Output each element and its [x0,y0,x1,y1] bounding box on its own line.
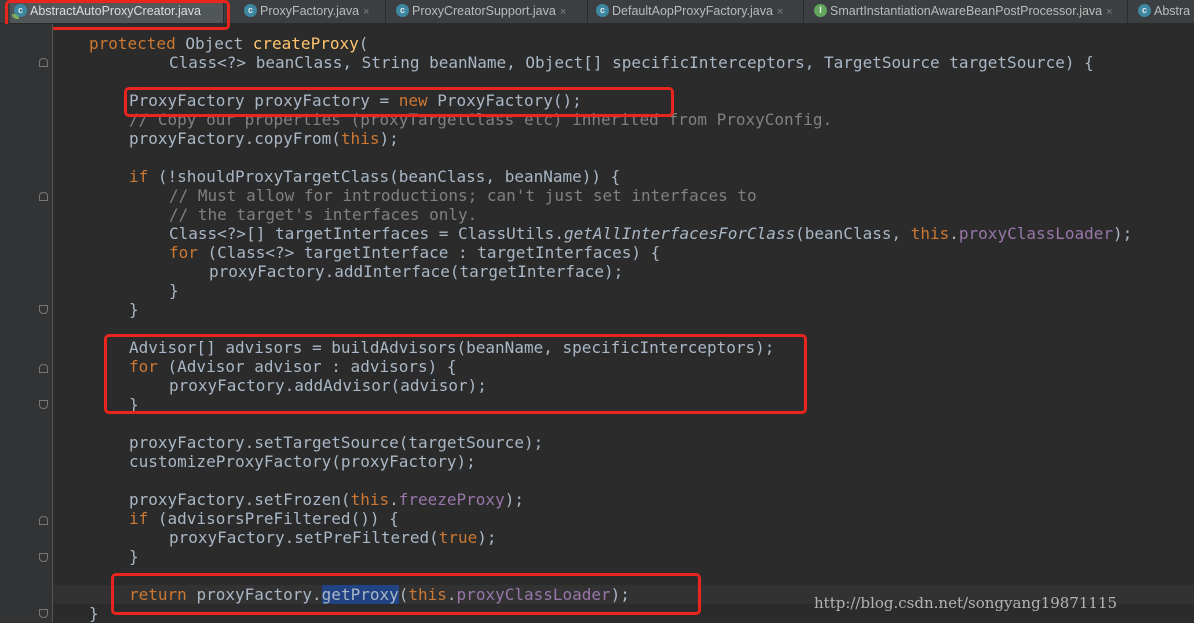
annotation-box-return [111,573,701,615]
code-comment: // Must allow for introductions; can't j… [169,186,757,205]
tab-default-aop-proxy-factory[interactable]: c DefaultAopProxyFactory.java × [592,0,804,23]
close-icon[interactable]: × [560,6,566,18]
editor-gutter [0,24,52,623]
fold-marker-icon[interactable] [39,553,48,562]
code-line: proxyFactory.addInterface(targetInterfac… [209,262,624,281]
code-comment: // the target's interfaces only. [169,205,478,224]
code-line: Class<?> beanClass, String beanName, Obj… [169,53,1094,72]
tab-abstra-truncated[interactable]: c Abstra [1134,0,1194,23]
code-line: Class<?>[] targetInterfaces = ClassUtils… [169,224,1133,243]
close-icon[interactable]: × [1106,6,1112,18]
tab-label: DefaultAopProxyFactory.java [612,4,773,18]
class-icon: c [244,4,257,17]
close-icon[interactable]: × [777,6,783,18]
class-icon: c [1138,4,1151,17]
fold-marker-icon[interactable] [39,609,48,618]
code-line: } [169,281,179,300]
code-line: } [89,604,99,623]
tab-proxy-factory[interactable]: c ProxyFactory.java × [240,0,386,23]
code-line: if (advisorsPreFiltered()) { [129,509,399,528]
class-icon: c [396,4,409,17]
watermark-text: http://blog.csdn.net/songyang19871115 [814,594,1118,612]
code-line: } [129,300,139,319]
code-line: proxyFactory.setTargetSource(targetSourc… [129,433,544,452]
interface-icon: I [814,4,827,17]
fold-marker-icon[interactable] [39,305,48,314]
code-line: customizeProxyFactory(proxyFactory); [129,452,476,471]
tab-label: ProxyCreatorSupport.java [412,4,556,18]
code-line: for (Class<?> targetInterface : targetIn… [169,243,661,262]
tab-smart-instantiation-aware-bean-post-processor[interactable]: I SmartInstantiationAwareBeanPostProcesso… [810,0,1128,23]
class-icon: c [596,4,609,17]
code-line: protected Object createProxy( [89,34,369,53]
annotation-box-proxy-factory [124,87,674,117]
tab-label: ProxyFactory.java [260,4,360,18]
fold-marker-icon[interactable] [39,400,48,409]
fold-marker-icon[interactable] [39,192,48,201]
fold-marker-icon[interactable] [39,364,48,373]
code-line: } [129,547,139,566]
code-line: if (!shouldProxyTargetClass(beanClass, b… [129,167,621,186]
annotation-box-advisors [104,334,807,414]
fold-marker-icon[interactable] [39,58,48,67]
tab-label: SmartInstantiationAwareBeanPostProcessor… [830,4,1103,18]
code-line: proxyFactory.setPreFiltered(true); [169,528,497,547]
tab-proxy-creator-support[interactable]: c ProxyCreatorSupport.java × [392,0,588,23]
tab-label: Abstra [1154,4,1191,18]
code-line: proxyFactory.copyFrom(this); [129,129,399,148]
code-line: proxyFactory.setFrozen(this.freezeProxy)… [129,490,524,509]
close-icon[interactable]: × [363,6,369,18]
fold-marker-icon[interactable] [39,516,48,525]
